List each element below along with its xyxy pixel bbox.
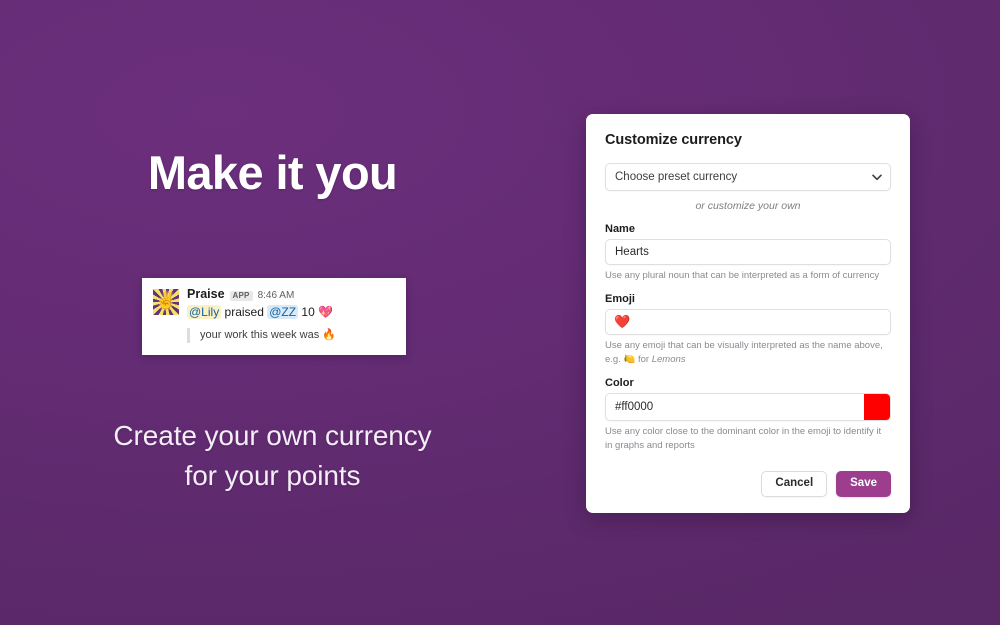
- page-subtitle-line2: for your points: [184, 459, 361, 491]
- color-field-label: Color: [605, 377, 634, 390]
- color-input-value: #ff0000: [615, 401, 654, 414]
- page-subtitle: Create your own currency for your points: [0, 416, 545, 496]
- app-badge: APP: [229, 290, 253, 301]
- page-title: Make it you: [147, 146, 398, 199]
- message-text: @Lily praised @ZZ 10 💖: [187, 304, 394, 321]
- mention-to[interactable]: @ZZ: [267, 305, 299, 319]
- color-swatch[interactable]: [864, 394, 890, 421]
- panel-title: Customize currency: [605, 132, 742, 148]
- message-quote: your work this week was 🔥: [187, 328, 394, 344]
- peace-hand-icon: ✌: [156, 293, 176, 310]
- save-button[interactable]: Save: [836, 471, 891, 497]
- or-customize-label: or customize your own: [695, 200, 801, 212]
- emoji-input[interactable]: ❤️: [605, 309, 891, 336]
- emoji-input-value: ❤️: [614, 314, 631, 330]
- cancel-button[interactable]: Cancel: [761, 471, 828, 497]
- emoji-field-label: Emoji: [605, 293, 635, 306]
- name-field-help: Use any plural noun that can be interpre…: [605, 270, 880, 281]
- preset-currency-select-wrapper[interactable]: Choose preset currency: [605, 163, 891, 191]
- fire-emoji-icon: 🔥: [322, 329, 336, 342]
- praise-app-avatar: ✌: [153, 289, 179, 315]
- message-amount: 10: [301, 305, 315, 319]
- page-subtitle-line1: Create your own currency: [113, 420, 432, 451]
- emoji-help-example: Lemons: [651, 353, 686, 365]
- color-input-row[interactable]: #ff0000: [605, 393, 891, 422]
- message-timestamp: 8:46 AM: [257, 290, 295, 301]
- emoji-help-suffix: for: [637, 353, 650, 365]
- name-input-value: Hearts: [615, 246, 649, 258]
- preset-currency-value: Choose preset currency: [615, 171, 738, 183]
- hero-section: Make it you ✌ Praise APP 8:46 AM @Lily p…: [0, 0, 545, 625]
- color-input[interactable]: #ff0000: [606, 394, 864, 420]
- slack-message-card: ✌ Praise APP 8:46 AM @Lily praised @ZZ 1…: [142, 278, 406, 356]
- panel-actions: Cancel Save: [605, 471, 891, 497]
- color-field-help: Use any color close to the dominant colo…: [605, 426, 882, 451]
- currency-emoji-icon: 💖: [318, 305, 334, 319]
- message-sender: Praise: [187, 287, 225, 301]
- message-meta: Praise APP 8:46 AM: [187, 288, 394, 301]
- customize-currency-panel: Customize currency Choose preset currenc…: [586, 114, 910, 513]
- preset-currency-select[interactable]: Choose preset currency: [605, 163, 891, 191]
- page-background: Make it you ✌ Praise APP 8:46 AM @Lily p…: [0, 0, 1000, 625]
- message-quote-text: your work this week was: [200, 329, 320, 342]
- lemon-emoji-icon: 🍋: [623, 353, 636, 365]
- emoji-field-help: Use any emoji that can be visually inter…: [605, 339, 891, 366]
- name-field-label: Name: [605, 223, 635, 235]
- name-input[interactable]: Hearts: [605, 239, 891, 265]
- message-verb-text: praised: [224, 305, 264, 319]
- mention-from[interactable]: @Lily: [187, 305, 222, 319]
